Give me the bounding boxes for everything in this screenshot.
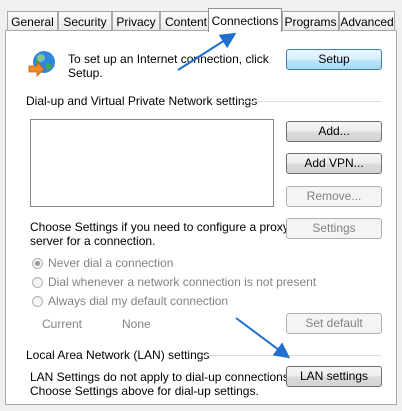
current-value: None: [122, 317, 151, 331]
tab-programs[interactable]: Programs: [282, 11, 339, 31]
globe-icon: [26, 48, 58, 80]
radio-never-dial-control[interactable]: [32, 258, 43, 269]
tab-connections[interactable]: Connections: [208, 8, 282, 32]
tab-strip: General Security Privacy Content Connect…: [7, 8, 395, 32]
radio-never-dial-label: Never dial a connection: [48, 256, 174, 270]
connections-listbox[interactable]: [30, 119, 274, 207]
lan-description-line1: LAN Settings do not apply to dial-up con…: [30, 370, 293, 384]
tab-security[interactable]: Security: [58, 11, 112, 31]
vpn-section-title: Dial-up and Virtual Private Network sett…: [26, 94, 258, 108]
proxy-description-line2: server for a connection.: [30, 234, 156, 248]
setup-description-line2: Setup.: [68, 66, 103, 80]
add-vpn-button[interactable]: Add VPN...: [286, 153, 382, 174]
tab-privacy[interactable]: Privacy: [112, 11, 160, 31]
radio-always-dial-control[interactable]: [32, 296, 43, 307]
tab-general[interactable]: General: [7, 11, 58, 31]
tab-content[interactable]: Content: [160, 11, 212, 31]
setup-button[interactable]: Setup: [286, 49, 382, 70]
radio-always-dial-label: Always dial my default connection: [48, 294, 229, 308]
add-button[interactable]: Add...: [286, 121, 382, 142]
tab-advanced[interactable]: Advanced: [339, 11, 395, 31]
proxy-settings-button[interactable]: Settings: [286, 218, 382, 239]
current-label: Current: [42, 317, 83, 331]
radio-dial-whenever-label: Dial whenever a network connection is no…: [48, 275, 317, 289]
remove-button[interactable]: Remove...: [286, 186, 382, 207]
lan-description-line2: Choose Settings above for dial-up settin…: [30, 384, 259, 398]
lan-section-title: Local Area Network (LAN) settings: [26, 348, 210, 362]
lan-settings-button[interactable]: LAN settings: [286, 366, 382, 387]
vpn-section-divider: [240, 101, 381, 102]
setup-description-line1: To set up an Internet connection, click: [68, 52, 269, 66]
radio-dial-whenever-control[interactable]: [32, 277, 43, 288]
set-default-button[interactable]: Set default: [286, 313, 382, 334]
lan-section-divider: [198, 355, 381, 356]
proxy-description-line1: Choose Settings if you need to configure…: [30, 220, 289, 234]
